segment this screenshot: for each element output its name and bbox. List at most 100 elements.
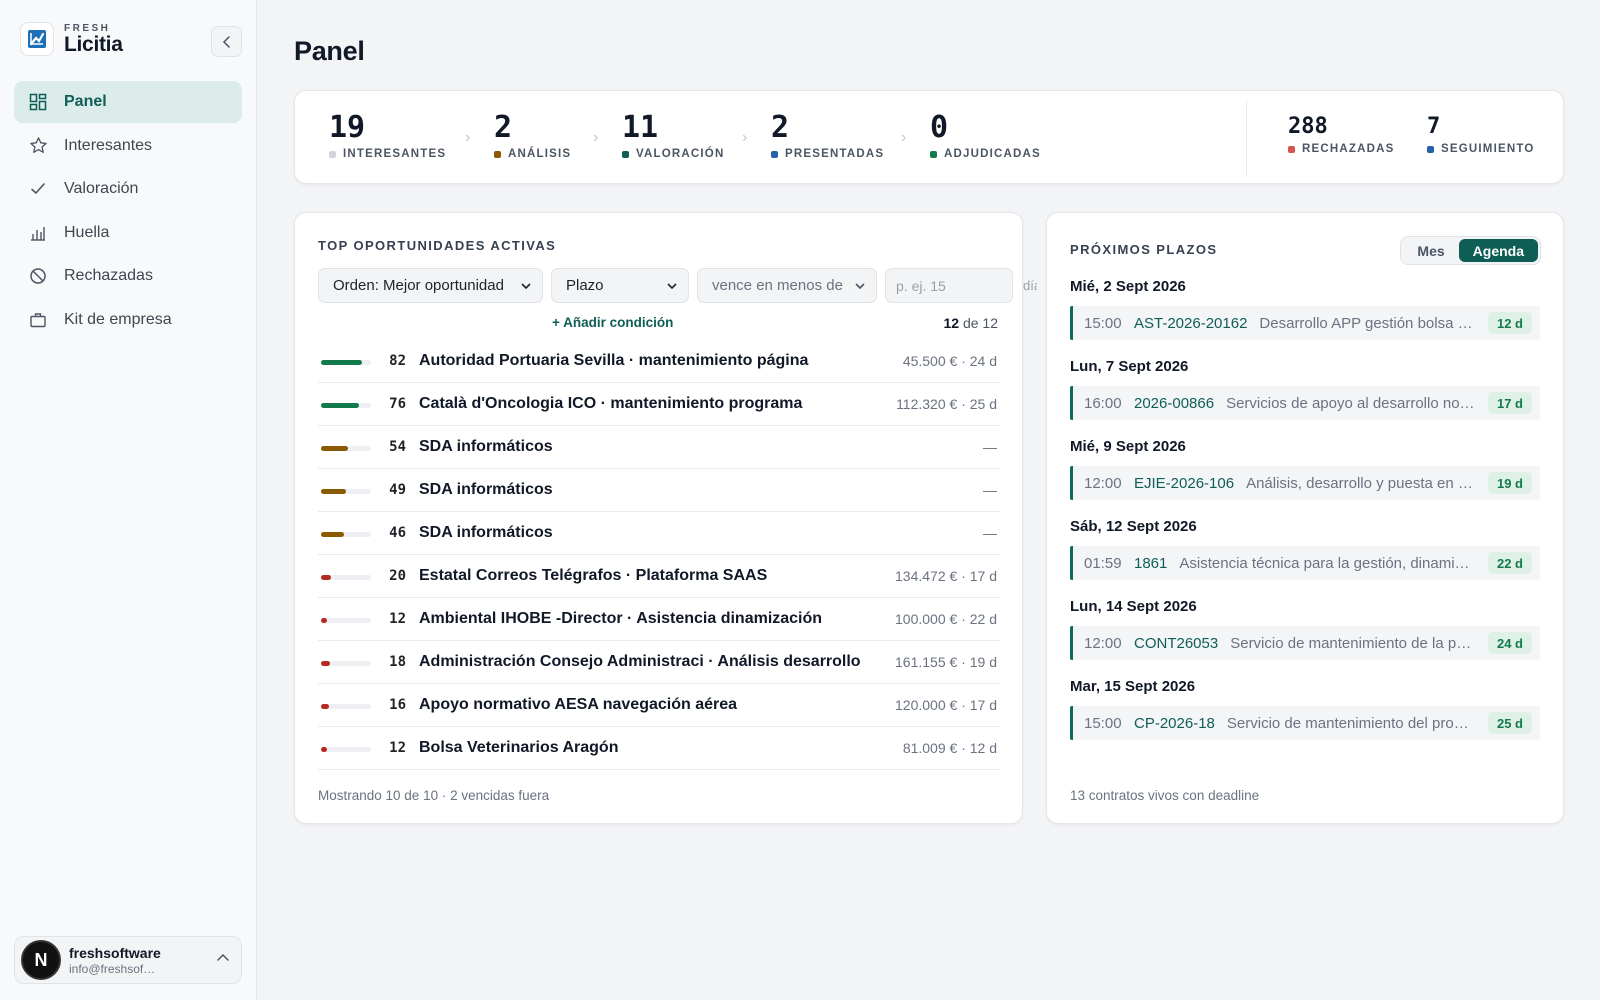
opportunity-row[interactable]: 18 Administración Consejo Administraci · … (318, 641, 1000, 684)
opportunity-row[interactable]: 16 Apoyo normativo AESA navegación aérea 1… (318, 684, 1000, 727)
opportunity-title: Apoyo normativo AESA navegación aérea (419, 696, 738, 713)
stat-dot (930, 150, 937, 158)
chevron-up-icon (217, 953, 229, 961)
check-icon (28, 179, 48, 199)
opportunity-row[interactable]: 20 Estatal Correos Telégrafos · Plataform… (318, 555, 1000, 598)
opportunity-row[interactable]: 76 Català d'Oncologia ICO · mantenimiento… (318, 383, 1000, 426)
condition-value-input[interactable] (885, 268, 1013, 303)
deadline-item[interactable]: 01:59 1861 Asistencia técnica para la gest… (1070, 546, 1540, 580)
sort-select-value: Orden: Mejor oportunidad (333, 277, 504, 294)
stat-value: 0 (930, 110, 949, 145)
stat-analisis[interactable]: 2 ANÁLISIS (494, 111, 571, 160)
opportunity-meta: 112.320 € · 25 d (896, 396, 997, 412)
opportunity-row[interactable]: 46 SDA informáticos — (318, 512, 1000, 555)
brand-name: Licitia (64, 32, 123, 56)
opportunity-score: 82 (389, 353, 406, 369)
score-bar (321, 360, 371, 365)
deadlines-footer: 13 contratos vivos con deadline (1070, 788, 1260, 803)
toggle-agenda-button[interactable]: Agenda (1458, 239, 1538, 262)
user-menu[interactable]: N freshsoftware info@freshsof… (14, 936, 242, 984)
stat-rechazadas[interactable]: 288 RECHAZADAS (1288, 111, 1395, 155)
deadline-date: Mar, 15 Sept 2026 (1070, 678, 1196, 695)
sidebar-item-panel[interactable]: Panel (14, 81, 242, 123)
filter-bar: Orden: Mejor oportunidad Plazo vence en … (318, 268, 1037, 303)
chevron-left-icon (222, 35, 230, 48)
opportunity-row[interactable]: 54 SDA informáticos — (318, 426, 1000, 469)
stat-label: INTERESANTES (343, 148, 447, 160)
opportunity-meta: 161.155 € · 19 d (895, 654, 997, 670)
page-title: Panel (294, 36, 365, 66)
score-bar (321, 661, 371, 666)
chevron-right-icon: › (742, 129, 748, 146)
stat-valoracion[interactable]: 11 VALORACIÓN (622, 111, 724, 160)
deadline-item[interactable]: 16:00 2026-00866 Servicios de apoyo al des… (1070, 386, 1540, 420)
score-bar-fill (321, 747, 327, 752)
sort-select[interactable]: Orden: Mejor oportunidad (318, 268, 543, 303)
add-condition-button[interactable]: + Añadir condición (552, 315, 673, 330)
sidebar-item-kit-de-empresa[interactable]: Kit de empresa (14, 299, 242, 341)
deadline-item[interactable]: 15:00 AST-2026-20162 Desarrollo APP gestió… (1070, 306, 1540, 340)
stat-interesantes[interactable]: 19 INTERESANTES (329, 111, 446, 160)
deadline-description: Asistencia técnica para la gestión, dina… (1179, 554, 1477, 572)
score-bar-fill (321, 661, 330, 666)
opportunity-row[interactable]: 82 Autoridad Portuaria Sevilla · mantenim… (318, 340, 1000, 383)
sidebar-item-label: Interesantes (64, 136, 153, 154)
stat-label: ADJUDICADAS (944, 148, 1041, 160)
stat-value: 288 (1288, 114, 1328, 139)
stat-label: SEGUIMIENTO (1441, 143, 1535, 155)
brand[interactable]: FRESH Licitia (20, 22, 123, 56)
deadline-days-badge: 19 d (1487, 472, 1532, 494)
stat-dot (622, 150, 629, 158)
upcoming-deadlines-card: PRÓXIMOS PLAZOS Mes Agenda Mié, 2 Sept 2… (1046, 212, 1564, 824)
opportunity-row[interactable]: 49 SDA informáticos — (318, 469, 1000, 512)
score-bar (321, 446, 371, 451)
score-bar (321, 532, 371, 537)
opportunity-score: 46 (389, 525, 406, 541)
deadline-days-badge: 12 d (1487, 312, 1532, 334)
opportunity-meta: — (983, 482, 997, 498)
stat-presentadas[interactable]: 2 PRESENTADAS (771, 111, 884, 160)
score-bar (321, 403, 371, 408)
stat-adjudicadas[interactable]: 0 ADJUDICADAS (930, 111, 1041, 160)
toggle-month-button[interactable]: Mes (1403, 239, 1458, 262)
deadline-date: Mié, 2 Sept 2026 (1070, 278, 1186, 295)
opportunity-title: Bolsa Veterinarios Aragón (419, 739, 619, 756)
deadline-days-badge: 22 d (1487, 552, 1532, 574)
field-select[interactable]: Plazo (551, 268, 689, 303)
sidebar: FRESH Licitia Panel Interesantes Valorac… (0, 0, 257, 1000)
deadline-item[interactable]: 12:00 EJIE-2026-106 Análisis, desarrollo y… (1070, 466, 1540, 500)
deadline-time: 01:59 (1084, 554, 1122, 572)
opportunity-meta: 120.000 € · 17 d (895, 697, 997, 713)
sidebar-item-rechazadas[interactable]: Rechazadas (14, 255, 242, 297)
score-bar (321, 575, 371, 580)
deadlines-title: PRÓXIMOS PLAZOS (1070, 242, 1218, 257)
deadline-item[interactable]: 15:00 CP-2026-18 Servicio de mantenimiento… (1070, 706, 1540, 740)
user-name: freshsoftware (69, 944, 161, 961)
operator-select[interactable]: vence en menos de (697, 268, 877, 303)
stat-value: 7 (1427, 114, 1441, 139)
results-count-shown: 12 (943, 315, 960, 331)
sidebar-item-valoracion[interactable]: Valoración (14, 168, 242, 210)
deadline-description: Servicio de mantenimiento de la página w… (1230, 634, 1477, 652)
opportunity-score: 76 (389, 396, 406, 412)
deadline-date: Sáb, 12 Sept 2026 (1070, 518, 1197, 535)
dashboard-icon (28, 92, 48, 112)
stat-label: PRESENTADAS (785, 148, 885, 160)
stat-seguimiento[interactable]: 7 SEGUIMIENTO (1427, 111, 1535, 155)
stat-value: 19 (329, 110, 366, 145)
deadline-date: Mié, 9 Sept 2026 (1070, 438, 1186, 455)
deadline-item[interactable]: 12:00 CONT26053 Servicio de mantenimiento … (1070, 626, 1540, 660)
sidebar-item-huella[interactable]: Huella (14, 212, 242, 254)
results-count-total: de 12 (962, 315, 998, 331)
star-icon (28, 136, 48, 156)
collapse-sidebar-button[interactable] (211, 26, 242, 57)
opportunity-row[interactable]: 12 Ambiental IHOBE -Director · Asistencia… (318, 598, 1000, 641)
stat-dot (1288, 145, 1295, 153)
score-bar-fill (321, 403, 359, 408)
chevron-down-icon (521, 283, 531, 290)
opportunity-row[interactable]: 12 Bolsa Veterinarios Aragón 81.009 € · 12… (318, 727, 1000, 770)
sidebar-item-interesantes[interactable]: Interesantes (14, 125, 242, 167)
bar-chart-icon (28, 223, 48, 243)
stat-label: ANÁLISIS (508, 148, 572, 160)
opportunity-meta: 100.000 € · 22 d (895, 611, 997, 627)
